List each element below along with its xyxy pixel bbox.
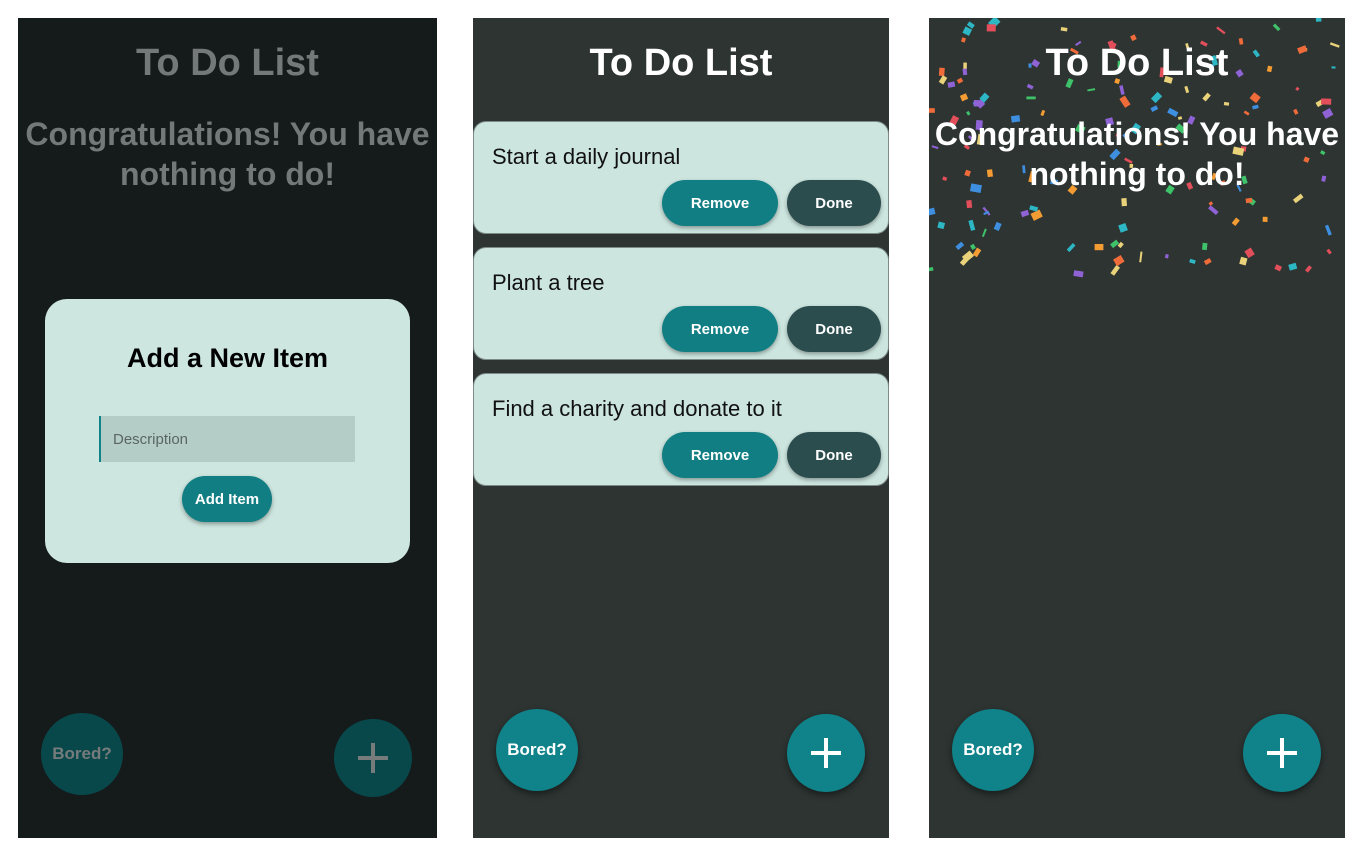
screen-empty-confetti: To Do List Congratulations! You have not…: [929, 18, 1345, 838]
confetti-piece: [1184, 85, 1190, 94]
confetti-piece: [1119, 85, 1125, 95]
confetti-piece: [1060, 26, 1068, 32]
confetti-piece: [993, 221, 1002, 231]
bored-button[interactable]: Bored?: [952, 709, 1034, 791]
remove-button[interactable]: Remove: [662, 306, 778, 352]
todo-item-text: Find a charity and donate to it: [492, 396, 782, 421]
confetti-piece: [1326, 248, 1332, 255]
confetti-piece: [1305, 265, 1312, 273]
confetti-piece: [1130, 34, 1137, 42]
confetti-piece: [1244, 247, 1255, 259]
confetti-piece: [1315, 18, 1322, 22]
page-title: To Do List: [136, 42, 319, 84]
confetti-piece: [1189, 258, 1196, 265]
confetti-piece: [1164, 254, 1169, 259]
confetti-piece: [1066, 243, 1076, 253]
confetti-piece: [1119, 95, 1131, 108]
confetti-piece: [973, 99, 982, 107]
confetti-piece: [1202, 92, 1211, 102]
confetti-piece: [929, 207, 936, 216]
add-item-dialog: Add a New Item Add Item: [45, 299, 410, 563]
todo-item-card: Find a charity and donate to it Remove D…: [473, 373, 889, 486]
confetti-piece: [1203, 258, 1212, 266]
confetti-piece: [1320, 98, 1332, 105]
confetti-piece: [966, 200, 973, 209]
confetti-piece: [986, 24, 996, 32]
page-title: To Do List: [589, 42, 773, 84]
confetti-piece: [969, 243, 976, 251]
confetti-piece: [959, 93, 969, 102]
page-title: To Do List: [1045, 42, 1229, 84]
add-button[interactable]: [787, 714, 865, 792]
description-input[interactable]: [99, 416, 355, 462]
confetti-piece: [1121, 198, 1127, 207]
confetti-piece: [1073, 270, 1084, 278]
confetti-piece: [1274, 264, 1283, 272]
confetti-piece: [937, 221, 946, 230]
bored-button[interactable]: Bored?: [41, 713, 123, 795]
confetti-piece: [1026, 96, 1036, 100]
confetti-piece: [929, 108, 935, 113]
confetti-piece: [1020, 209, 1030, 218]
todo-item-card: Start a daily journal Remove Done: [473, 121, 889, 234]
confetti-piece: [1139, 251, 1143, 263]
confetti-piece: [1201, 242, 1208, 251]
plus-icon: [1267, 738, 1297, 768]
remove-button[interactable]: Remove: [662, 432, 778, 478]
todo-item-card: Plant a tree Remove Done: [473, 247, 889, 360]
confetti-piece: [1110, 239, 1120, 249]
confetti-piece: [1208, 205, 1219, 215]
confetti-piece: [1288, 262, 1298, 271]
screen-todo-list: To Do List Start a daily journal Remove …: [473, 18, 889, 838]
confetti-piece: [1118, 222, 1128, 233]
confetti-piece: [1094, 244, 1104, 251]
confetti-piece: [1252, 104, 1259, 110]
empty-state-message: Congratulations! You have nothing to do!: [25, 116, 430, 192]
confetti-piece: [1208, 201, 1214, 206]
confetti-piece: [1272, 23, 1281, 32]
done-button[interactable]: Done: [787, 306, 881, 352]
confetti-piece: [1295, 86, 1300, 92]
confetti-piece: [1150, 105, 1159, 112]
confetti-piece: [1324, 224, 1332, 236]
screen-add-item-dialog: To Do List Congratulations! You have not…: [18, 18, 437, 838]
confetti-piece: [968, 219, 976, 231]
confetti-piece: [1249, 92, 1261, 104]
add-button[interactable]: [1243, 714, 1321, 792]
confetti-piece: [955, 241, 965, 251]
done-button[interactable]: Done: [787, 432, 881, 478]
plus-icon: [358, 743, 388, 773]
confetti-piece: [1029, 205, 1039, 212]
confetti-piece: [1216, 26, 1226, 35]
confetti-piece: [981, 228, 987, 238]
dialog-title: Add a New Item: [126, 343, 329, 373]
remove-button[interactable]: Remove: [662, 180, 778, 226]
confetti-piece: [1262, 216, 1268, 222]
confetti-piece: [1223, 101, 1230, 106]
add-item-button[interactable]: Add Item: [182, 476, 272, 522]
done-button[interactable]: Done: [787, 180, 881, 226]
plus-icon: [811, 738, 841, 768]
bored-button[interactable]: Bored?: [496, 709, 578, 791]
todo-item-text: Start a daily journal: [492, 144, 681, 169]
confetti-piece: [966, 21, 975, 29]
empty-state-message: Congratulations! You have nothing to do!: [934, 116, 1340, 192]
confetti-piece: [1239, 256, 1248, 266]
confetti-piece: [1231, 217, 1240, 226]
add-button[interactable]: [334, 719, 412, 797]
confetti-piece: [1110, 264, 1120, 276]
confetti-piece: [1150, 91, 1163, 104]
todo-item-text: Plant a tree: [492, 270, 605, 295]
confetti-piece: [962, 26, 973, 36]
confetti-piece: [1087, 88, 1096, 92]
confetti-piece: [929, 267, 934, 272]
confetti-piece: [1292, 193, 1304, 204]
